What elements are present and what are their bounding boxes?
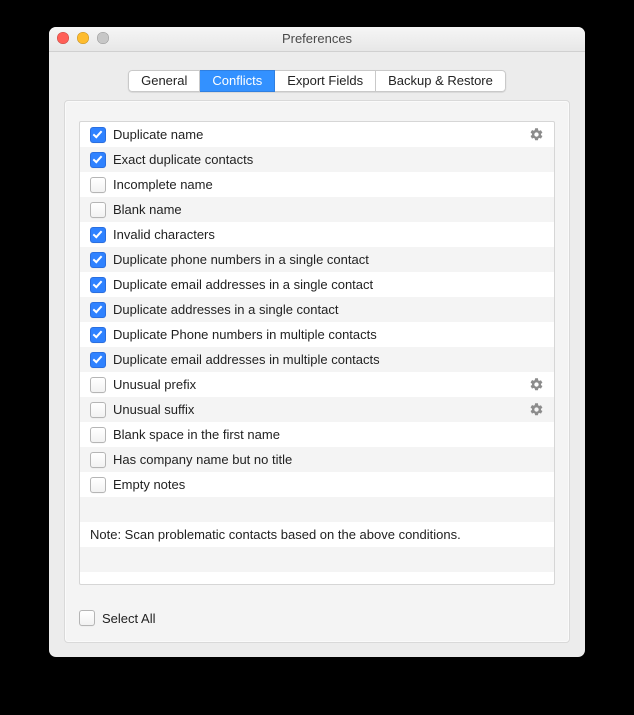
item-label: Has company name but no title (113, 452, 544, 467)
item-checkbox[interactable] (90, 327, 106, 343)
item-checkbox[interactable] (90, 152, 106, 168)
list-item: Unusual suffix (80, 397, 554, 422)
item-checkbox[interactable] (90, 277, 106, 293)
list-item-empty (80, 547, 554, 572)
item-checkbox[interactable] (90, 402, 106, 418)
tab-conflicts[interactable]: Conflicts (200, 70, 275, 92)
list-item: Has company name but no title (80, 447, 554, 472)
item-checkbox[interactable] (90, 127, 106, 143)
item-label: Unusual suffix (113, 402, 523, 417)
list-item-empty (80, 497, 554, 522)
tab-general[interactable]: General (128, 70, 200, 92)
titlebar: Preferences (49, 27, 585, 52)
item-checkbox[interactable] (90, 177, 106, 193)
item-label: Incomplete name (113, 177, 544, 192)
item-label: Duplicate Phone numbers in multiple cont… (113, 327, 544, 342)
select-all-row: Select All (79, 610, 155, 626)
zoom-icon (97, 32, 109, 44)
gear-icon[interactable] (529, 127, 544, 142)
list-item: Duplicate phone numbers in a single cont… (80, 247, 554, 272)
item-checkbox[interactable] (90, 227, 106, 243)
tab-backup-restore[interactable]: Backup & Restore (376, 70, 506, 92)
tab-export-fields[interactable]: Export Fields (275, 70, 376, 92)
list-item: Incomplete name (80, 172, 554, 197)
minimize-icon[interactable] (77, 32, 89, 44)
list-item: Duplicate Phone numbers in multiple cont… (80, 322, 554, 347)
list-item: Invalid characters (80, 222, 554, 247)
item-checkbox[interactable] (90, 202, 106, 218)
item-label: Unusual prefix (113, 377, 523, 392)
gear-icon[interactable] (529, 377, 544, 392)
window-title: Preferences (49, 30, 585, 47)
item-label: Empty notes (113, 477, 544, 492)
list-item: Empty notes (80, 472, 554, 497)
preferences-window: Preferences GeneralConflictsExport Field… (49, 27, 585, 657)
item-label: Duplicate email addresses in a single co… (113, 277, 544, 292)
item-label: Exact duplicate contacts (113, 152, 544, 167)
list-item: Duplicate email addresses in a single co… (80, 272, 554, 297)
conflicts-list: Duplicate name Exact duplicate contacts In… (79, 121, 555, 585)
select-all-checkbox[interactable] (79, 610, 95, 626)
tab-bar: GeneralConflictsExport FieldsBackup & Re… (49, 70, 585, 92)
item-label: Blank name (113, 202, 544, 217)
list-item: Blank name (80, 197, 554, 222)
list-item: Duplicate addresses in a single contact (80, 297, 554, 322)
list-item: Duplicate email addresses in multiple co… (80, 347, 554, 372)
close-icon[interactable] (57, 32, 69, 44)
select-all-label: Select All (102, 611, 155, 626)
conflicts-panel: Duplicate name Exact duplicate contacts In… (64, 100, 570, 643)
list-item: Unusual prefix (80, 372, 554, 397)
item-checkbox[interactable] (90, 477, 106, 493)
item-checkbox[interactable] (90, 427, 106, 443)
item-checkbox[interactable] (90, 452, 106, 468)
note-text: Note: Scan problematic contacts based on… (80, 522, 554, 547)
item-label: Duplicate email addresses in multiple co… (113, 352, 544, 367)
item-checkbox[interactable] (90, 302, 106, 318)
list-item: Exact duplicate contacts (80, 147, 554, 172)
item-checkbox[interactable] (90, 377, 106, 393)
list-item: Duplicate name (80, 122, 554, 147)
item-label: Duplicate name (113, 127, 523, 142)
item-label: Duplicate addresses in a single contact (113, 302, 544, 317)
window-controls (57, 32, 109, 44)
item-label: Blank space in the first name (113, 427, 544, 442)
item-label: Duplicate phone numbers in a single cont… (113, 252, 544, 267)
gear-icon[interactable] (529, 402, 544, 417)
item-checkbox[interactable] (90, 352, 106, 368)
list-item: Blank space in the first name (80, 422, 554, 447)
item-checkbox[interactable] (90, 252, 106, 268)
item-label: Invalid characters (113, 227, 544, 242)
